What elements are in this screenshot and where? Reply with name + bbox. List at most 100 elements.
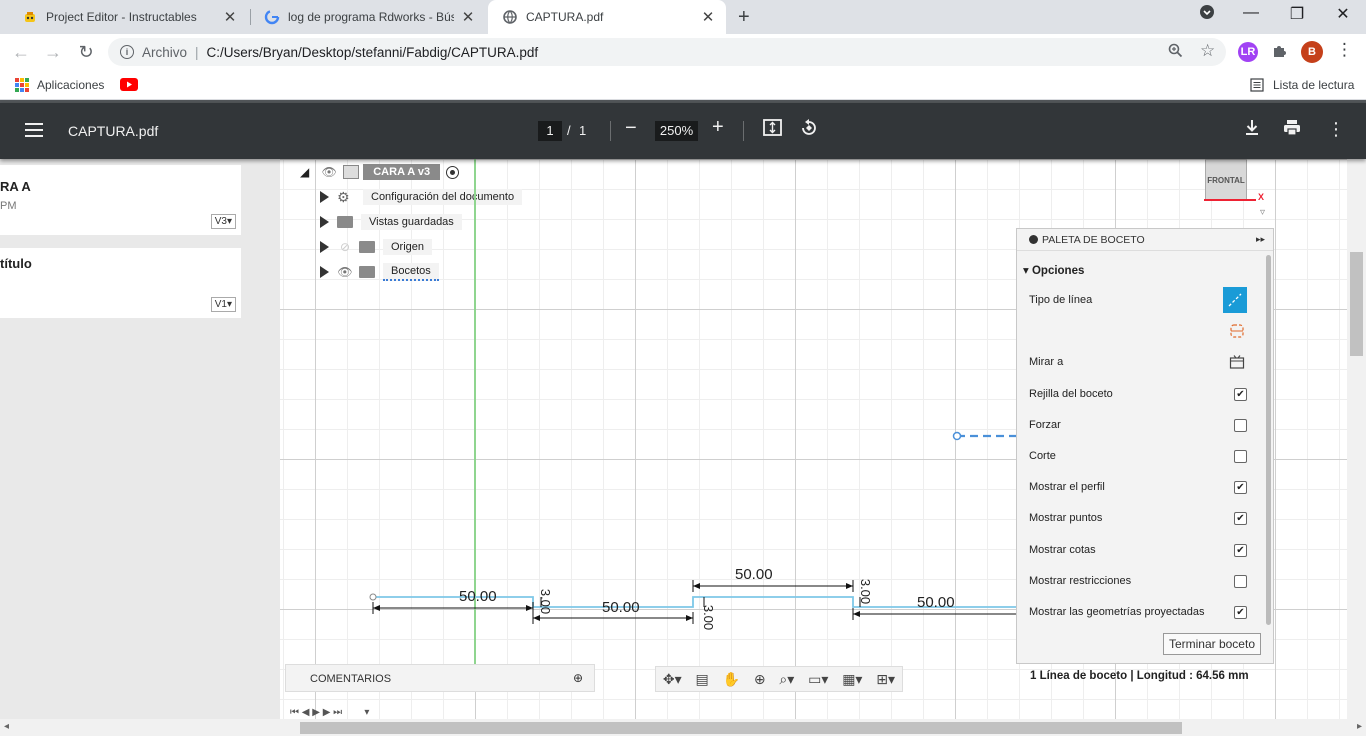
data-panel: RA A PM V3▾ título V1▾ (0, 159, 280, 719)
card-title: título (0, 256, 32, 271)
tab-title: CAPTURA.pdf (526, 10, 604, 24)
palette-option-row[interactable]: Mostrar el perfil ✔ (1029, 477, 1247, 497)
bookmark-star-icon[interactable]: ☆ (1200, 41, 1215, 61)
design-card[interactable]: título V1▾ (0, 248, 241, 318)
dimension-label[interactable]: 3.00 (701, 605, 716, 630)
extensions-puzzle-icon[interactable] (1272, 43, 1287, 62)
fit-page-icon[interactable] (763, 119, 782, 141)
dimension-label[interactable]: 50.00 (735, 566, 773, 583)
look-at-nav-icon[interactable]: ▤ (696, 671, 709, 688)
more-options-icon[interactable]: ⋮ (1327, 119, 1345, 140)
page-number-input[interactable]: 1 (538, 121, 562, 141)
finish-sketch-button[interactable]: Terminar boceto (1162, 633, 1261, 655)
new-tab-button[interactable]: + (738, 6, 750, 29)
palette-option-row[interactable]: Mostrar cotas ✔ (1029, 540, 1247, 560)
zoom-input[interactable]: 250% (655, 121, 698, 141)
restore-icon[interactable]: ❐ (1282, 4, 1312, 24)
pan-hand-icon[interactable]: ✋ (723, 671, 740, 688)
palette-option-row[interactable]: Mostrar puntos ✔ (1029, 508, 1247, 528)
checkbox-checked[interactable]: ✔ (1234, 511, 1247, 525)
centerline-icon[interactable] (1229, 323, 1245, 339)
tab-search-icon[interactable] (1192, 4, 1222, 25)
reading-list-icon[interactable] (1250, 78, 1264, 95)
dimension-label[interactable]: 3.00 (538, 589, 553, 614)
page-separator: / (567, 123, 571, 138)
palette-option-label: Mostrar el perfil (1029, 481, 1105, 493)
display-settings-icon[interactable]: ▭▾ (808, 671, 828, 688)
print-icon[interactable] (1283, 119, 1301, 141)
comments-panel[interactable]: COMENTARIOS ⊕ (285, 664, 595, 692)
scroll-right-icon[interactable]: ▸ (1357, 721, 1362, 732)
back-icon[interactable]: ← (10, 41, 32, 63)
pdf-toolbar: CAPTURA.pdf 1 / 1 − 250% + ⋮ (0, 103, 1366, 159)
design-card[interactable]: RA A PM V3▾ (0, 165, 241, 235)
palette-option-row[interactable]: Mostrar las geometrías proyectadas ✔ (1029, 602, 1247, 622)
palette-option-row[interactable]: Corte (1029, 446, 1247, 466)
zoom-out-icon[interactable]: − (625, 117, 637, 140)
info-icon[interactable]: i (120, 45, 134, 59)
rotate-icon[interactable] (800, 119, 818, 142)
viewports-icon[interactable]: ⊞▾ (876, 671, 895, 688)
forward-icon[interactable]: → (42, 41, 64, 63)
window-close-icon[interactable]: ✕ (1328, 4, 1358, 24)
extension-lr-icon[interactable]: LR (1238, 42, 1258, 62)
grid-settings-icon[interactable]: ▦▾ (842, 671, 862, 688)
profile-avatar[interactable]: B (1301, 41, 1323, 63)
palette-header[interactable]: PALETA DE BOCETO ▸▸ (1017, 229, 1273, 251)
palette-option-label: Mostrar cotas (1029, 544, 1096, 556)
reload-icon[interactable]: ↻ (75, 41, 97, 63)
vertical-scroll-thumb[interactable] (1350, 252, 1363, 356)
checkbox-checked[interactable]: ✔ (1234, 480, 1247, 494)
vertical-scrollbar[interactable] (1347, 159, 1366, 719)
version-badge[interactable]: V1▾ (210, 297, 236, 312)
minimize-icon[interactable]: — (1236, 4, 1266, 22)
construction-line-icon[interactable] (1223, 287, 1247, 313)
palette-option-row[interactable]: Mostrar restricciones (1029, 571, 1247, 591)
zoom-in-icon[interactable]: + (712, 116, 724, 139)
dimension-label[interactable]: 3.00 (858, 579, 873, 604)
version-badge[interactable]: V3▾ (210, 214, 236, 229)
checkbox-unchecked[interactable] (1234, 418, 1247, 432)
palette-option-row[interactable]: Rejilla del boceto ✔ (1029, 384, 1247, 404)
orbit-icon[interactable]: ✥▾ (663, 671, 682, 688)
globe-icon (502, 9, 518, 25)
checkbox-checked[interactable]: ✔ (1234, 387, 1247, 401)
zoom-nav-icon[interactable]: ⊕ (754, 671, 766, 688)
browser-toolbar: ← → ↻ i Archivo | C:/Users/Bryan/Desktop… (0, 34, 1366, 70)
look-at-icon[interactable] (1229, 354, 1245, 370)
dimension-label[interactable]: 50.00 (917, 594, 955, 611)
address-bar[interactable]: i Archivo | C:/Users/Bryan/Desktop/stefa… (108, 38, 1226, 66)
close-icon[interactable]: ✕ (460, 8, 476, 26)
palette-option-label: Rejilla del boceto (1029, 388, 1113, 400)
scroll-left-icon[interactable]: ◂ (4, 721, 9, 732)
horizontal-scroll-thumb[interactable] (300, 722, 1182, 734)
timeline-controls[interactable]: ⏮ ◀ ▶ ▶ ⏭ ▾ (290, 707, 369, 718)
fit-icon[interactable]: ⌕▾ (779, 671, 794, 688)
add-comment-icon[interactable]: ⊕ (573, 671, 583, 685)
menu-kebab-icon[interactable]: ⋮ (1336, 40, 1353, 60)
palette-scrollbar[interactable] (1266, 255, 1271, 625)
tab-google-search[interactable]: log de programa Rdworks - Búsq ✕ (250, 0, 486, 34)
tab-title: Project Editor - Instructables (46, 10, 197, 24)
tab-captura-pdf[interactable]: CAPTURA.pdf ✕ (488, 0, 726, 34)
palette-pin-icon[interactable] (1029, 235, 1038, 244)
tab-instructables[interactable]: Project Editor - Instructables ✕ (8, 0, 248, 34)
dimension-label[interactable]: 50.00 (459, 588, 497, 605)
apps-bookmark[interactable]: Aplicaciones (37, 78, 104, 92)
apps-grid-icon[interactable] (15, 78, 29, 92)
checkbox-checked[interactable]: ✔ (1234, 543, 1247, 557)
menu-hamburger-icon[interactable] (25, 123, 43, 141)
youtube-icon[interactable] (120, 78, 138, 91)
options-section-toggle[interactable]: ▾ Opciones (1023, 263, 1084, 277)
checkbox-unchecked[interactable] (1234, 574, 1247, 588)
checkbox-checked[interactable]: ✔ (1234, 605, 1247, 619)
zoom-icon[interactable] (1168, 43, 1183, 62)
close-icon[interactable]: ✕ (222, 8, 238, 26)
download-icon[interactable] (1244, 119, 1260, 141)
dimension-label[interactable]: 50.00 (602, 599, 640, 616)
reading-list-button[interactable]: Lista de lectura (1273, 78, 1354, 92)
close-icon[interactable]: ✕ (700, 8, 716, 26)
checkbox-unchecked[interactable] (1234, 449, 1247, 463)
expand-panel-icon[interactable]: ▸▸ (1256, 234, 1265, 245)
palette-option-row[interactable]: Forzar (1029, 415, 1247, 435)
